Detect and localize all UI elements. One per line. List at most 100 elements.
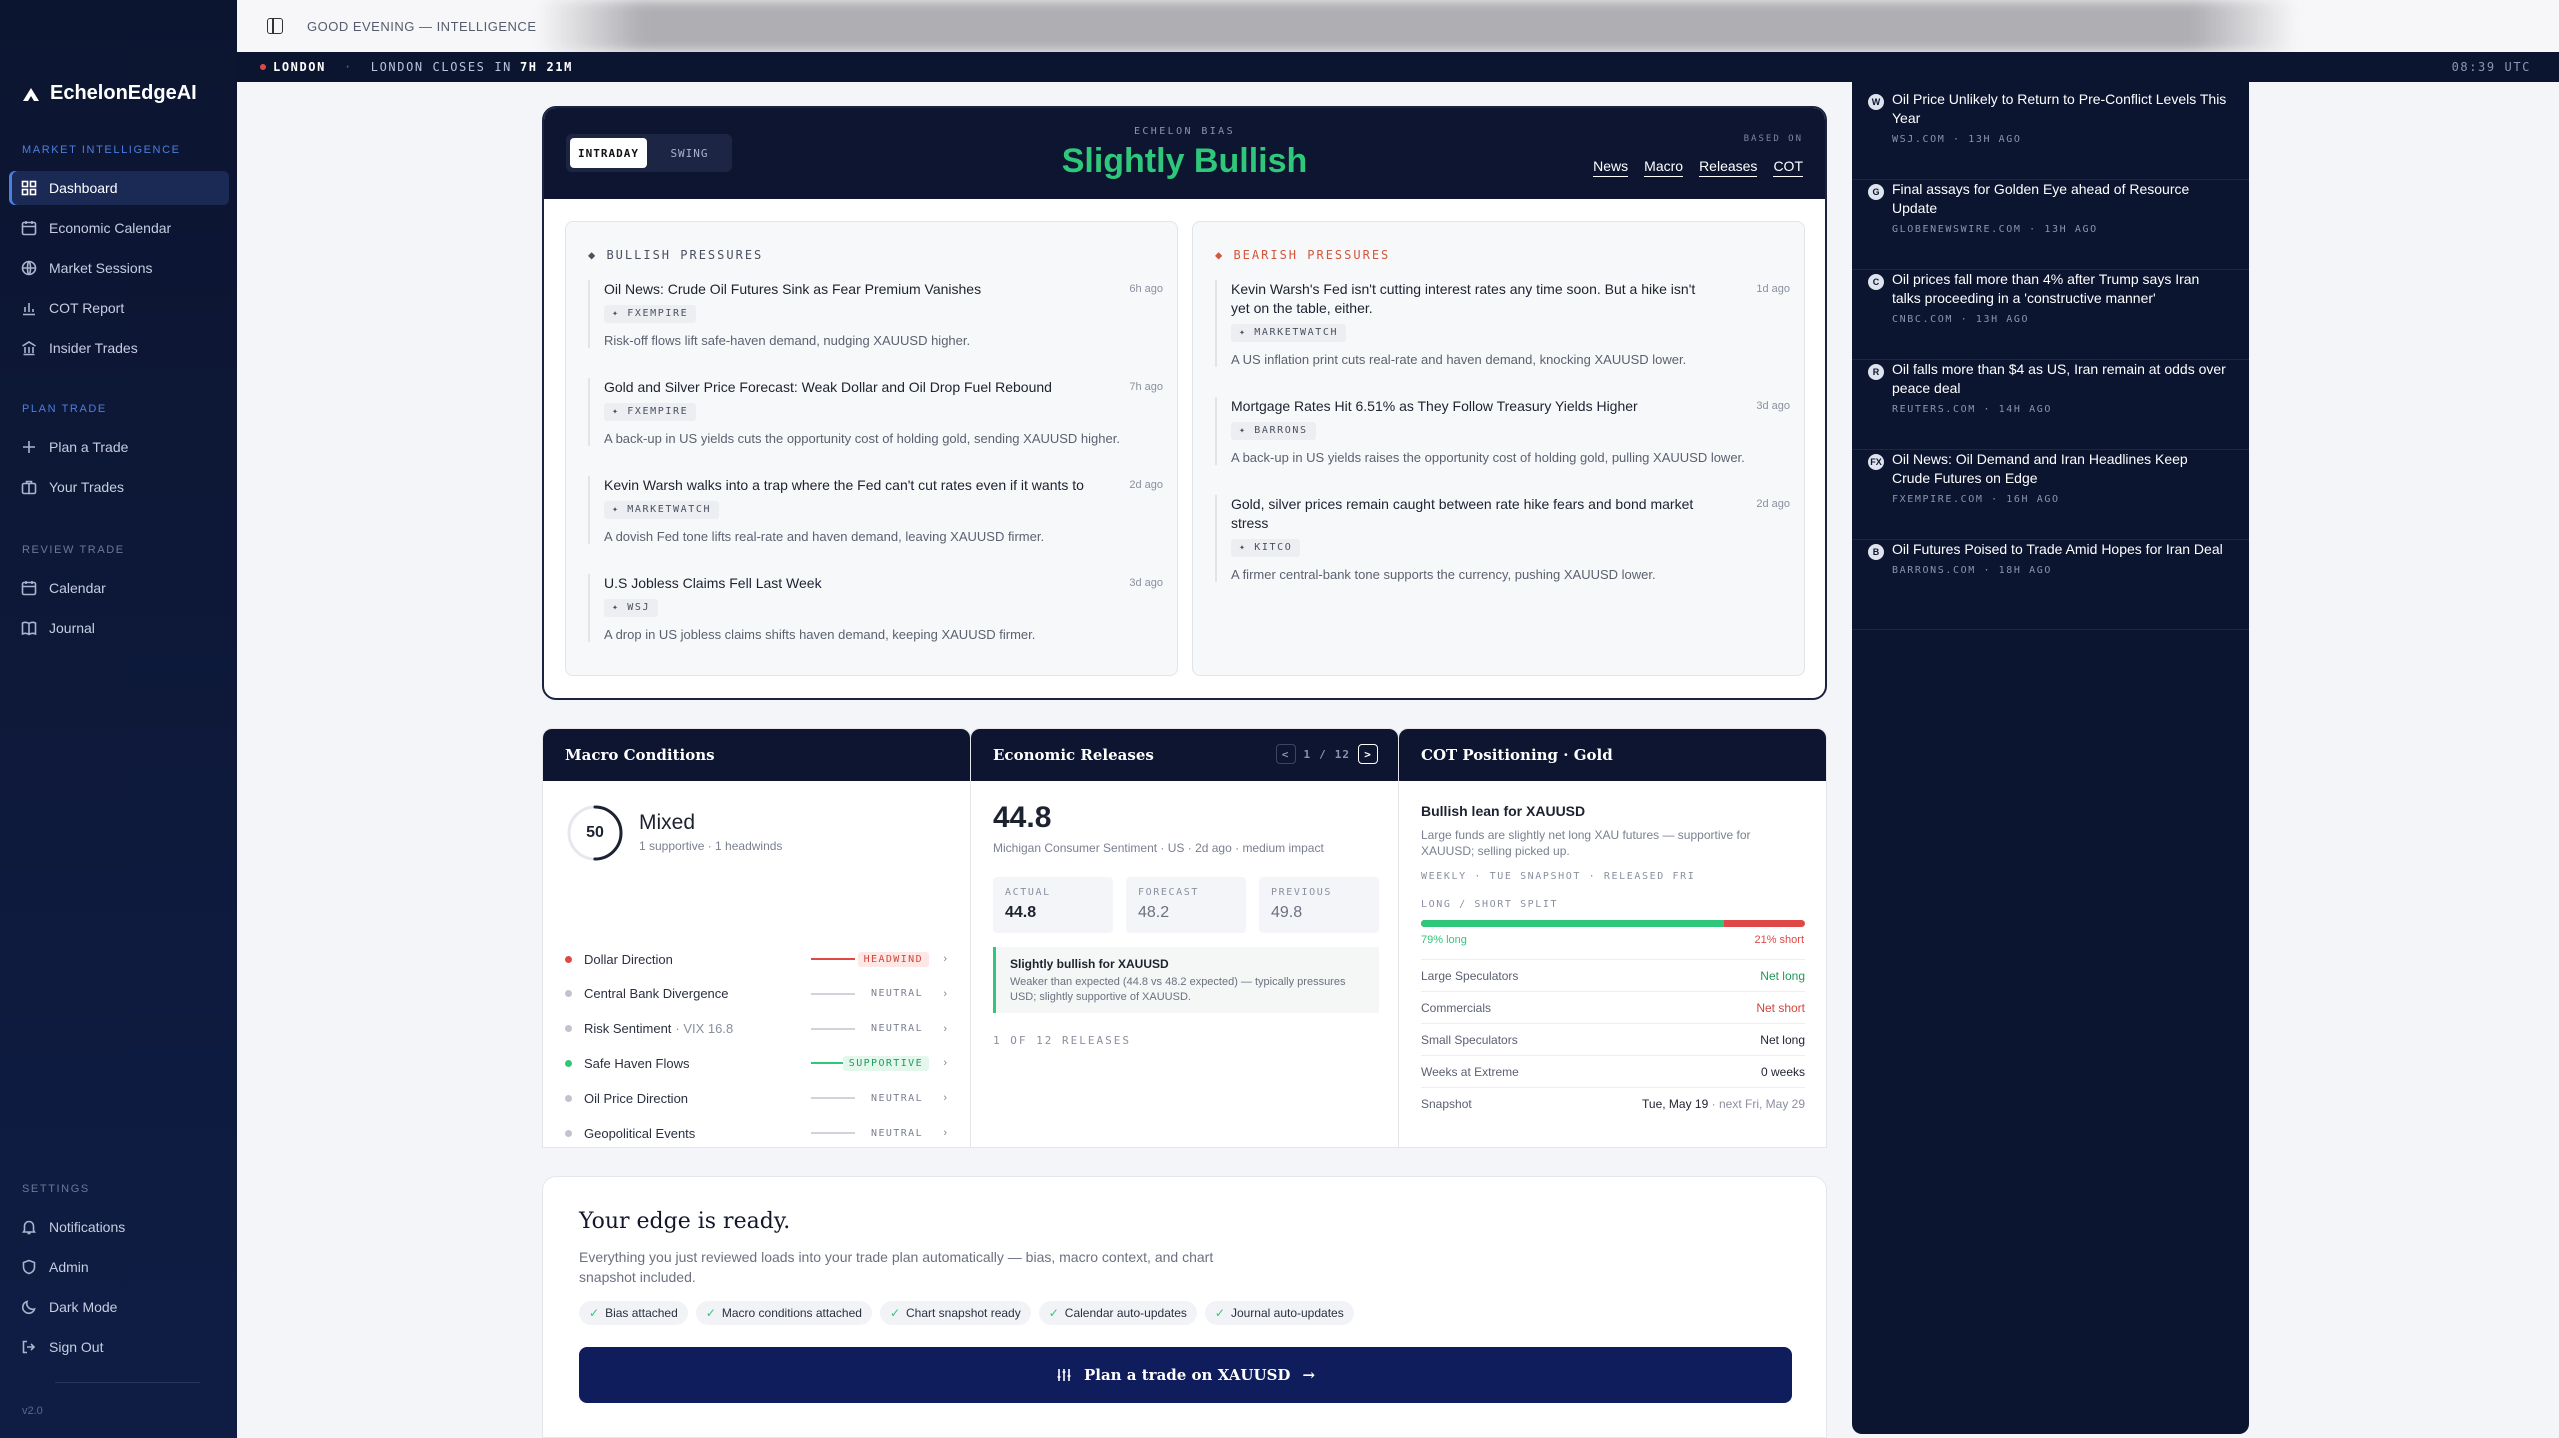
- news-item[interactable]: R Oil falls more than $4 as US, Iran rema…: [1852, 360, 2249, 450]
- publisher-icon: R: [1868, 364, 1884, 380]
- status-dot-icon: [565, 1059, 572, 1067]
- status-dot-icon: [565, 955, 572, 963]
- pressure-age: 7h ago: [1129, 381, 1163, 393]
- impact-desc: Weaker than expected (44.8 vs 48.2 expec…: [1010, 976, 1346, 1003]
- sidebar-item-market-sessions[interactable]: Market Sessions: [9, 251, 229, 285]
- cot-row-value: Net short: [1756, 1000, 1805, 1015]
- sidebar-item-notifications[interactable]: Notifications: [9, 1210, 229, 1244]
- source-tag-text: FXEMPIRE: [627, 308, 689, 319]
- sidebar-item-dark-mode[interactable]: Dark Mode: [9, 1290, 229, 1324]
- status-dot-icon: [565, 990, 572, 998]
- source-macro-link[interactable]: Macro: [1644, 158, 1684, 177]
- bearish-item[interactable]: Mortgage Rates Hit 6.51% as They Follow …: [1215, 397, 1790, 465]
- source-tag-text: KITCO: [1254, 542, 1293, 553]
- source-releases-link[interactable]: Releases: [1699, 158, 1758, 177]
- toggle-sidebar-icon[interactable]: [267, 18, 283, 34]
- ticker-utc-time: 08:39 UTC: [2451, 60, 2531, 74]
- sidebar-item-admin[interactable]: Admin: [9, 1250, 229, 1284]
- plan-trade-button[interactable]: Plan a trade on XAUUSD →: [579, 1347, 1792, 1403]
- chip-label: Chart snapshot ready: [906, 1306, 1021, 1320]
- eco-pager: < 1 / 12 >: [1275, 744, 1378, 764]
- bell-icon: [22, 1220, 36, 1235]
- edge-ready-card: Your edge is ready. Everything you just …: [542, 1176, 1827, 1438]
- cot-row-label: Large Speculators: [1421, 968, 1519, 983]
- sidebar-item-plan-a-trade[interactable]: Plan a Trade: [9, 430, 229, 464]
- sidebar-item-sign-out[interactable]: Sign Out: [9, 1330, 229, 1364]
- sidebar-item-dashboard[interactable]: Dashboard: [9, 171, 229, 205]
- chip-label: Macro conditions attached: [721, 1306, 862, 1320]
- cot-description: Large funds are slightly net long XAU fu…: [1421, 828, 1751, 858]
- pressure-description: A firmer central-bank tone supports the …: [1231, 567, 1656, 582]
- check-icon: ✓: [589, 1306, 600, 1320]
- pressure-age: 2d ago: [1756, 498, 1790, 510]
- section-settings: SETTINGS: [22, 1183, 90, 1195]
- bearish-item[interactable]: Gold, silver prices remain caught betwee…: [1215, 495, 1790, 582]
- brand-logo[interactable]: EchelonEdgeAI: [22, 82, 197, 105]
- previous-label: PREVIOUS: [1271, 887, 1332, 898]
- sidebar-item-insider-trades[interactable]: Insider Trades: [9, 331, 229, 365]
- macro-row[interactable]: Dollar Direction HEADWIND ›: [565, 949, 955, 969]
- sidebar: EchelonEdgeAI MARKET INTELLIGENCE Dashbo…: [0, 0, 237, 1438]
- macro-row-name: Safe Haven Flows: [584, 1055, 690, 1071]
- sidebar-item-cot-report[interactable]: COT Report: [9, 291, 229, 325]
- sidebar-item-your-trades[interactable]: Your Trades: [9, 470, 229, 504]
- sidebar-item-label: COT Report: [49, 300, 125, 316]
- bullish-title-text: BULLISH PRESSURES: [606, 248, 764, 262]
- sidebar-item-economic-calendar[interactable]: Economic Calendar: [9, 211, 229, 245]
- bullish-item[interactable]: Kevin Warsh walks into a trap where the …: [588, 476, 1163, 544]
- actual-label: ACTUAL: [1005, 887, 1051, 898]
- sidebar-item-label: Calendar: [49, 580, 106, 596]
- macro-row[interactable]: Central Bank Divergence NEUTRAL ›: [565, 984, 955, 1004]
- macro-row-extra: · VIX 16.8: [675, 1021, 734, 1037]
- chevron-right-icon[interactable]: ›: [943, 988, 947, 1000]
- chevron-right-icon[interactable]: ›: [943, 1023, 947, 1035]
- ready-chips: ✓ Bias attached ✓ Macro conditions attached…: [579, 1301, 1354, 1325]
- next-release-button[interactable]: >: [1358, 744, 1378, 764]
- bullish-item[interactable]: Oil News: Crude Oil Futures Sink as Fear…: [588, 280, 1163, 348]
- impact-title: Slightly bullish for XAUUSD: [1010, 957, 1169, 971]
- chevron-right-icon[interactable]: ›: [943, 1057, 947, 1069]
- chevron-right-icon[interactable]: ›: [943, 953, 947, 965]
- news-item[interactable]: W Oil Price Unlikely to Return to Pre-Con…: [1852, 90, 2249, 180]
- sidebar-item-label: Journal: [49, 620, 95, 636]
- news-item[interactable]: FX Oil News: Oil Demand and Iran Headline…: [1852, 450, 2249, 540]
- bearish-title-text: BEARISH PRESSURES: [1233, 248, 1391, 262]
- macro-row-name: Central Bank Divergence: [584, 986, 729, 1002]
- bullish-item[interactable]: Gold and Silver Price Forecast: Weak Dol…: [588, 378, 1163, 446]
- chip-label: Bias attached: [605, 1306, 678, 1320]
- prev-release-button[interactable]: <: [1275, 744, 1296, 764]
- bank-icon: [22, 341, 36, 356]
- source-tag: ✦ BARRONS: [1231, 422, 1316, 440]
- macro-row[interactable]: Oil Price Direction NEUTRAL ›: [565, 1088, 955, 1108]
- trend-line: [811, 1132, 855, 1134]
- bearish-item[interactable]: Kevin Warsh's Fed isn't cutting interest…: [1215, 280, 1790, 367]
- ready-chip: ✓ Calendar auto-updates: [1038, 1301, 1197, 1325]
- news-headline: Oil News: Oil Demand and Iran Headlines …: [1892, 451, 2188, 486]
- eco-pages: 12: [1334, 747, 1350, 761]
- source-news-link[interactable]: News: [1593, 158, 1629, 177]
- chevron-right-icon[interactable]: ›: [943, 1127, 947, 1139]
- macro-row[interactable]: Risk Sentiment · VIX 16.8 NEUTRAL ›: [565, 1019, 955, 1039]
- macro-row[interactable]: Geopolitical Events NEUTRAL ›: [565, 1123, 955, 1143]
- news-source: WSJ.COM · 13H AGO: [1892, 134, 2022, 145]
- source-tag: ✦ WSJ: [604, 599, 659, 617]
- forecast-label: FORECAST: [1138, 887, 1199, 898]
- status-badge: NEUTRAL: [871, 1127, 923, 1139]
- bias-label: ECHELON BIAS: [1133, 126, 1236, 137]
- sidebar-item-calendar[interactable]: Calendar: [9, 571, 229, 605]
- sidebar-item-journal[interactable]: Journal: [9, 611, 229, 645]
- source-cot-link[interactable]: COT: [1773, 158, 1803, 177]
- eco-header: Economic Releases < 1 / 12 >: [971, 729, 1398, 781]
- bullish-item[interactable]: U.S Jobless Claims Fell Last Week 3d ago ✦…: [588, 574, 1163, 642]
- greeting: GOOD EVENING — INTELLIGENCE: [307, 19, 537, 34]
- pressure-description: A back-up in US yields raises the opport…: [1231, 450, 1745, 465]
- moon-icon: [21, 1300, 36, 1315]
- news-item[interactable]: B Oil Futures Poised to Trade Amid Hopes …: [1852, 540, 2249, 630]
- macro-row[interactable]: Safe Haven Flows SUPPORTIVE ›: [565, 1053, 955, 1073]
- news-item[interactable]: G Final assays for Golden Eye ahead of Re…: [1852, 180, 2249, 270]
- publisher-icon: W: [1868, 94, 1884, 110]
- chevron-right-icon[interactable]: ›: [943, 1092, 947, 1104]
- trend-line: [811, 1097, 855, 1100]
- cot-row-value: Net long: [1760, 1032, 1805, 1047]
- news-item[interactable]: C Oil prices fall more than 4% after Trum…: [1852, 270, 2249, 360]
